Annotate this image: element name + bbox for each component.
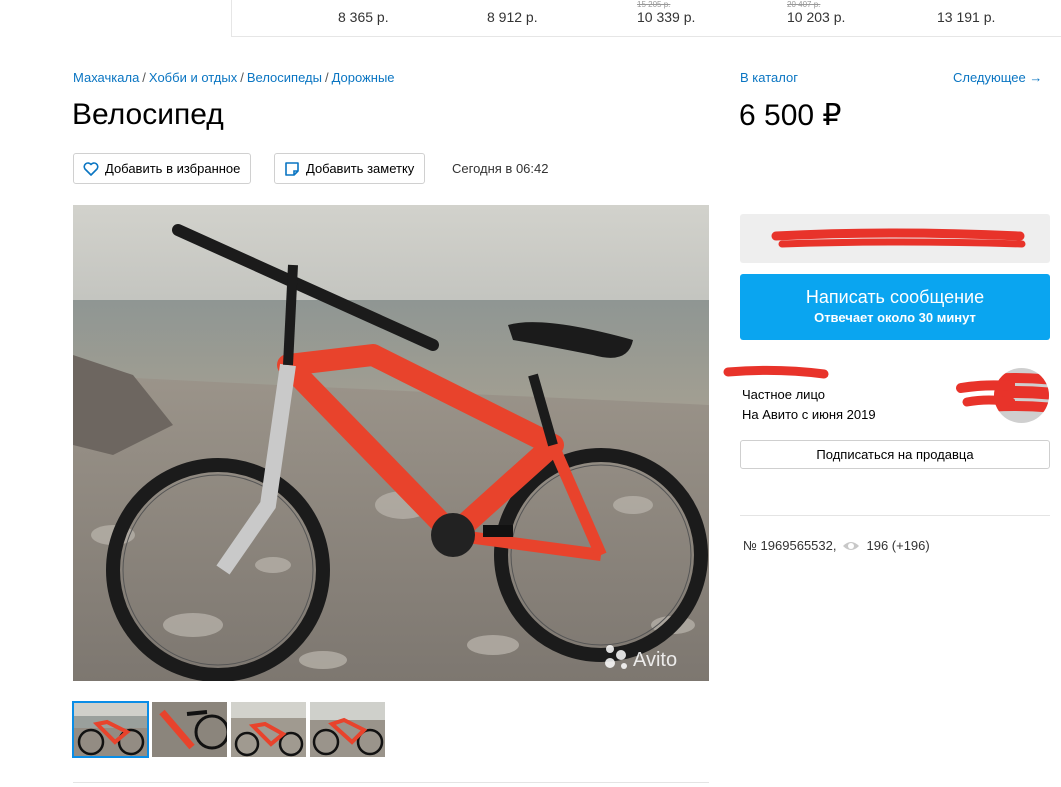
thumbnail-1[interactable] (72, 701, 149, 758)
seller-name-redaction (723, 365, 829, 379)
avito-watermark-text: Avito (633, 649, 677, 671)
main-photo[interactable]: Avito (73, 205, 709, 681)
ad-number: № 1969565532, (743, 538, 837, 553)
views-count: 196 (+196) (866, 538, 930, 553)
response-time-label: Отвечает около 30 минут (814, 310, 976, 325)
similar-ad-price: 10 339 р. (637, 9, 696, 25)
seller-type: Частное лицо (742, 387, 825, 402)
breadcrumb-separator: / (324, 70, 329, 85)
ad-price: 6 500 ₽ (739, 99, 842, 132)
back-to-catalog-link[interactable]: В каталог (740, 70, 798, 85)
breadcrumb-type[interactable]: Дорожные (332, 70, 395, 85)
breadcrumb-separator: / (142, 70, 146, 85)
note-icon (285, 161, 299, 176)
similar-ad-old-price: 15 205 р. (637, 0, 671, 9)
avatar-side-redaction (956, 380, 1015, 407)
publish-date: Сегодня в 06:42 (452, 161, 549, 176)
breadcrumb-separator: / (240, 70, 244, 85)
similar-ad-price: 13 191 р. (937, 9, 996, 25)
bicycle-photo-image: Avito (73, 205, 709, 681)
thumbnail-image (73, 702, 148, 757)
similar-ads-price-strip: 8 365 р. 8 912 р. 15 205 р. 10 339 р. 20… (231, 0, 1061, 37)
breadcrumb: Махачкала / Хобби и отдых / Велосипеды / Дорож… (73, 70, 395, 85)
breadcrumb-subcategory[interactable]: Велосипеды (247, 70, 322, 85)
similar-ad-price: 8 912 р. (487, 9, 538, 25)
next-ad-link[interactable]: Следующее → (953, 70, 1042, 85)
add-favorite-label: Добавить в избранное (105, 161, 241, 176)
seller-since: На Авито с июня 2019 (742, 407, 876, 422)
subscribe-seller-button[interactable]: Подписаться на продавца (740, 440, 1050, 469)
section-divider (740, 515, 1050, 516)
heart-icon (83, 161, 99, 176)
thumbnail-image (152, 702, 227, 757)
similar-ad-price: 10 203 р. (787, 9, 846, 25)
page-title: Велосипед (72, 98, 224, 131)
eye-icon (843, 541, 860, 550)
add-note-label: Добавить заметку (306, 161, 415, 176)
add-note-button[interactable]: Добавить заметку (274, 153, 426, 184)
content-divider (73, 782, 709, 783)
similar-ad-price: 8 365 р. (338, 9, 389, 25)
write-message-button[interactable]: Написать сообщение Отвечает около 30 мин… (740, 274, 1050, 340)
show-phone-button[interactable] (740, 214, 1050, 263)
thumbnail-3[interactable] (231, 702, 306, 757)
write-message-label: Написать сообщение (805, 287, 985, 307)
breadcrumb-city[interactable]: Махачкала (73, 70, 139, 85)
ad-meta: № 1969565532, 196 (+196) (743, 538, 930, 553)
thumbnail-4[interactable] (310, 702, 385, 757)
thumbnail-2[interactable] (152, 702, 227, 757)
similar-ad-old-price: 20 407 р. (787, 0, 821, 9)
redaction-mark (771, 228, 1026, 248)
breadcrumb-category[interactable]: Хобби и отдых (149, 70, 237, 85)
thumbnail-image (231, 702, 306, 757)
thumbnail-image (310, 702, 385, 757)
add-favorite-button[interactable]: Добавить в избранное (73, 153, 252, 184)
